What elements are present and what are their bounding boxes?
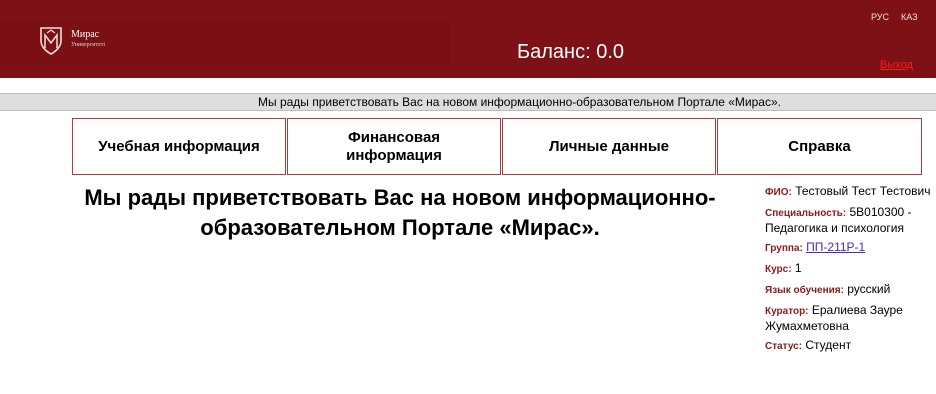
info-course: Курс: 1 xyxy=(765,261,933,277)
course-label: Курс: xyxy=(765,264,792,275)
group-link[interactable]: ПП-211Р-1 xyxy=(806,240,865,254)
balance-display: Баланс: 0.0 xyxy=(517,41,625,63)
nav-personal-data-label: Личные данные xyxy=(549,137,669,155)
language-ru-link[interactable]: РУС xyxy=(871,12,889,22)
info-group: Группа: ПП-211Р-1 xyxy=(765,240,933,256)
header-bar: Мирас Университеті Баланс: 0.0 РУС КАЗ В… xyxy=(0,0,936,78)
language-value: русский xyxy=(847,282,891,296)
student-info-panel: ФИО: Тестовый Тест Тестович Специальност… xyxy=(765,184,933,359)
welcome-heading: Мы рады приветствовать Вас на новом инфо… xyxy=(84,185,716,240)
info-curator: Куратор: Ералиева Зауре Жумахметовна xyxy=(765,303,933,333)
nav-help-label: Справка xyxy=(788,137,851,155)
nav-personal-data[interactable]: Личные данные xyxy=(502,118,716,175)
logo-name: Мирас xyxy=(71,29,100,40)
status-value: Студент xyxy=(805,338,852,352)
group-label: Группа: xyxy=(765,243,803,254)
info-specialty: Специальность: 5В010300 - Педагогика и п… xyxy=(765,205,933,235)
nav-academic-info-label: Учебная информация xyxy=(98,137,260,155)
logo[interactable]: Мирас Университеті xyxy=(0,20,450,64)
logo-subtitle: Университеті xyxy=(71,42,106,48)
announcement-text: Мы рады приветствовать Вас на новом инфо… xyxy=(258,95,781,109)
info-language: Язык обучения: русский xyxy=(765,282,933,298)
specialty-label: Специальность: xyxy=(765,208,847,219)
curator-label: Куратор: xyxy=(765,306,809,317)
fio-label: ФИО: xyxy=(765,187,792,198)
shield-logo-icon xyxy=(40,27,62,55)
nav-financial-info-label: Финансовая информация xyxy=(346,128,442,164)
language-label: Язык обучения: xyxy=(765,285,844,296)
fio-value: Тестовый Тест Тестович xyxy=(795,184,931,198)
nav-academic-info[interactable]: Учебная информация xyxy=(72,118,286,175)
logout-link[interactable]: Выход xyxy=(880,59,913,72)
language-kz-link[interactable]: КАЗ xyxy=(901,12,918,22)
info-status: Статус: Студент xyxy=(765,338,933,354)
announcement-ticker: Мы рады приветствовать Вас на новом инфо… xyxy=(0,93,936,111)
status-label: Статус: xyxy=(765,341,803,352)
info-fio: ФИО: Тестовый Тест Тестович xyxy=(765,184,933,200)
course-value: 1 xyxy=(794,261,802,275)
nav-financial-info[interactable]: Финансовая информация xyxy=(287,118,501,175)
nav-help[interactable]: Справка xyxy=(717,118,922,175)
